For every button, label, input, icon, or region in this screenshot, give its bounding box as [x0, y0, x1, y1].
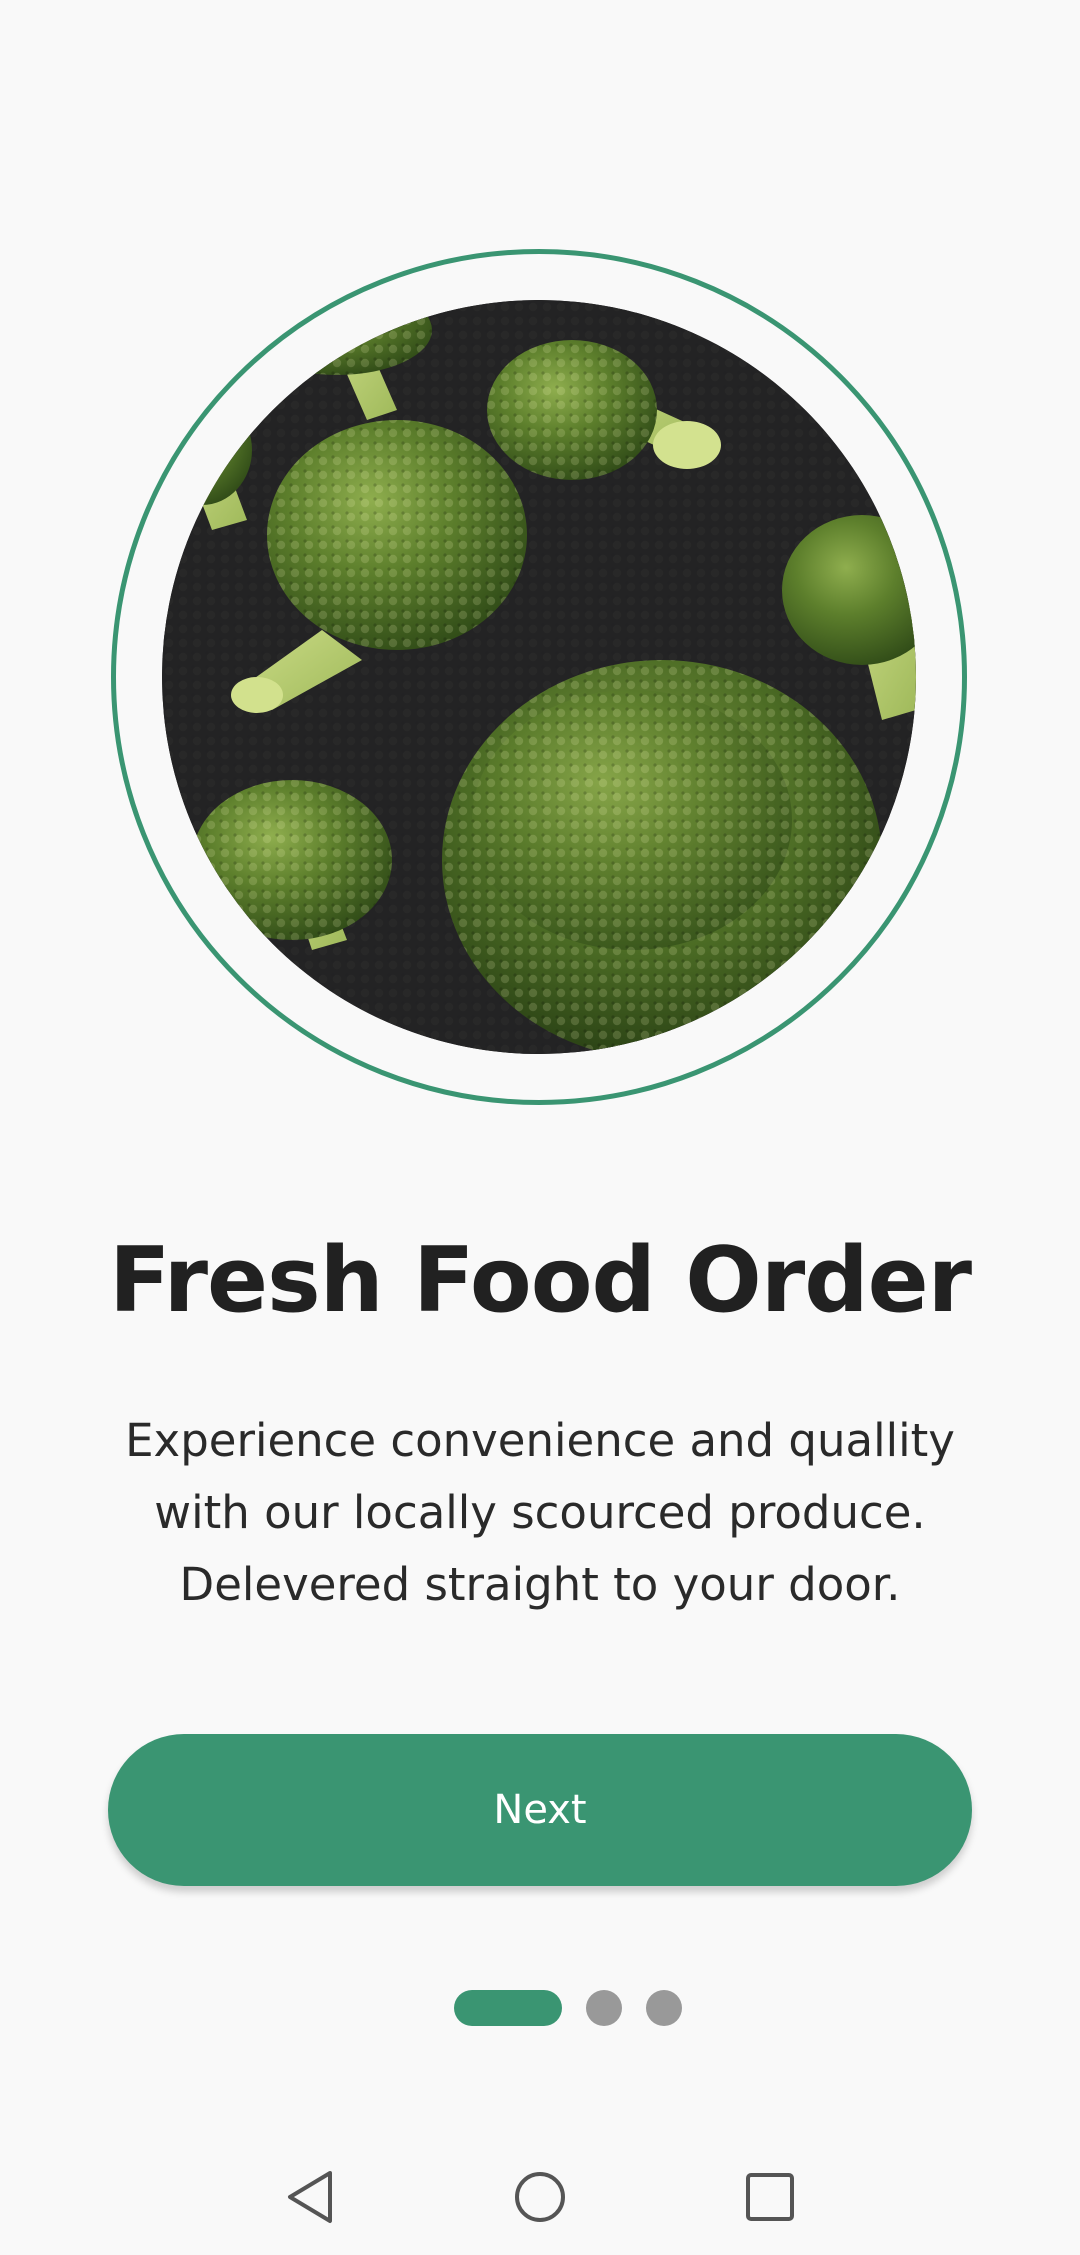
- system-navigation-bar: [0, 2140, 1080, 2255]
- triangle-back-icon: [288, 2171, 332, 2223]
- recents-nav-button[interactable]: [735, 2162, 805, 2232]
- page-indicator-dot-active[interactable]: [454, 1990, 562, 2026]
- description-line: with our locally scourced produce.: [154, 1486, 926, 1539]
- page-indicator-dot[interactable]: [586, 1990, 622, 2026]
- home-nav-button[interactable]: [505, 2162, 575, 2232]
- hero-image: [162, 300, 916, 1054]
- circle-home-icon: [515, 2172, 565, 2222]
- page-title: Fresh Food Order: [108, 1228, 972, 1333]
- next-button[interactable]: Next: [108, 1734, 972, 1886]
- description-line: Delevered straight to your door.: [179, 1558, 901, 1611]
- broccoli-illustration: [162, 300, 916, 1054]
- description-line: Experience convenience and quallity: [125, 1414, 955, 1467]
- square-recents-icon: [746, 2173, 794, 2221]
- page-indicator-dot[interactable]: [646, 1990, 682, 2026]
- back-nav-button[interactable]: [275, 2162, 345, 2232]
- onboarding-screen: Fresh Food Order Experience convenience …: [0, 0, 1080, 2255]
- page-indicator: [454, 1990, 682, 2026]
- description: Experience convenience and quallity with…: [60, 1405, 1020, 1621]
